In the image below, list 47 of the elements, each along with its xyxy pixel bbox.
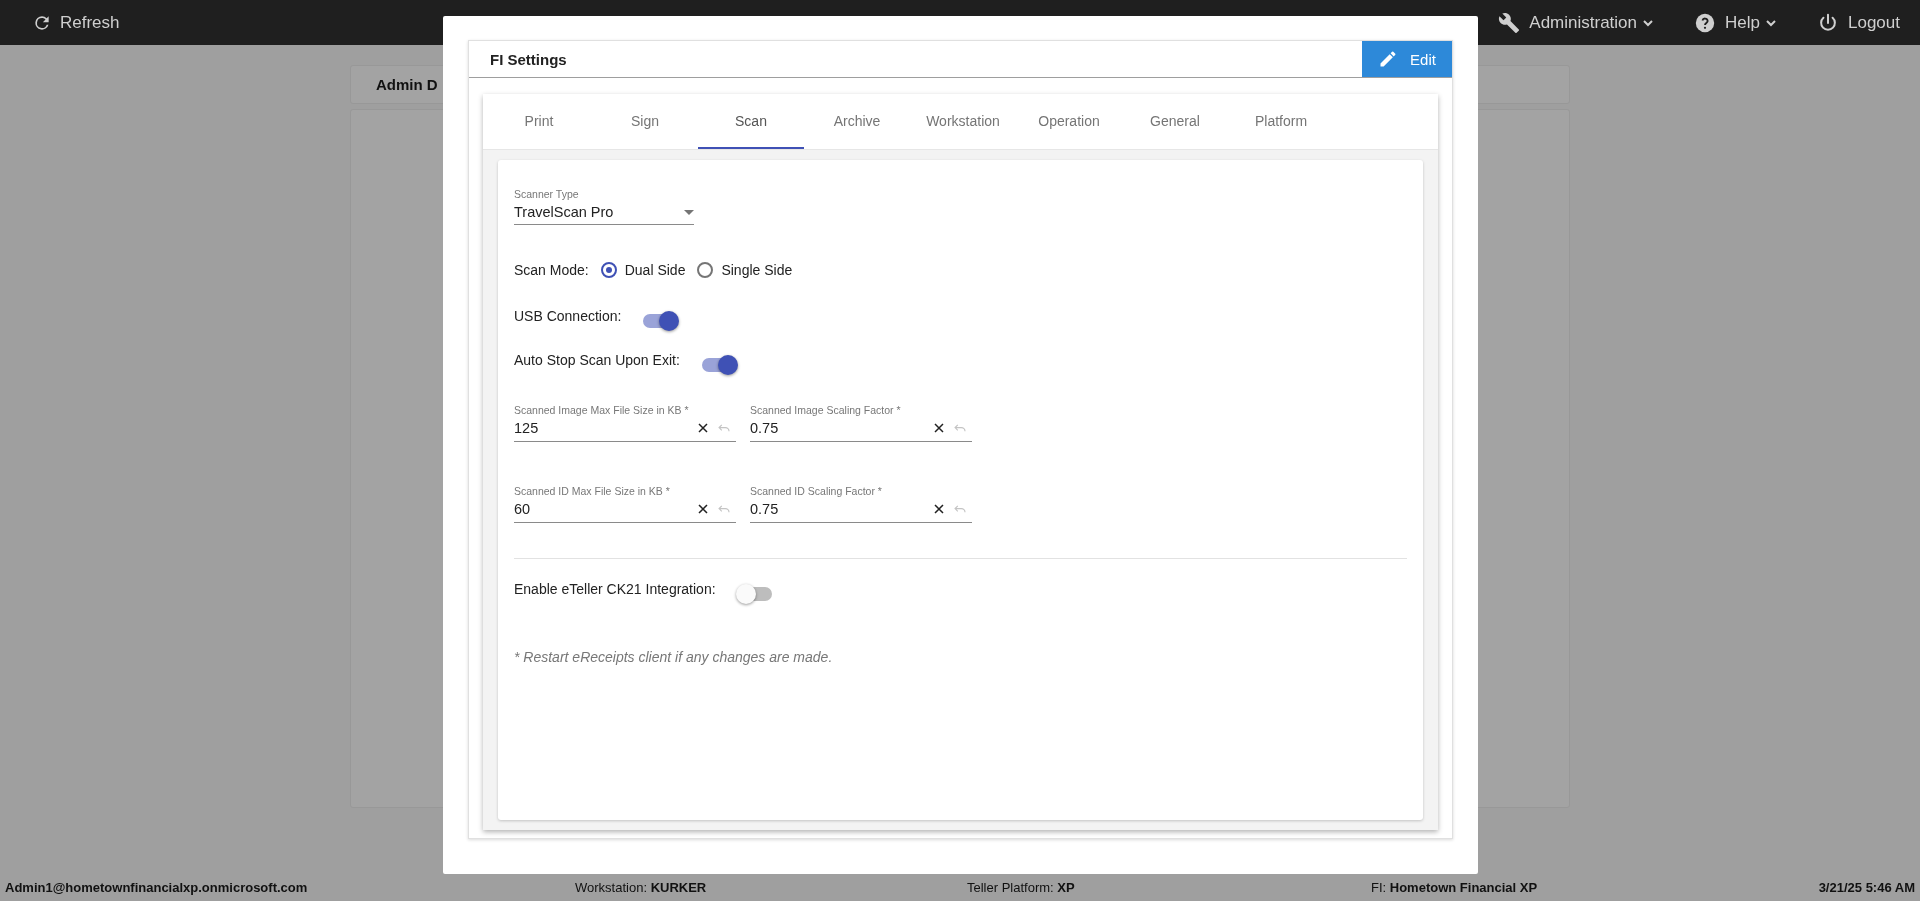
tab[interactable]: Sign (592, 94, 698, 149)
radio-option[interactable]: Dual Side (600, 262, 686, 278)
top-menu-button[interactable]: Logout (1817, 11, 1900, 34)
toggle-switch[interactable] (643, 314, 678, 328)
clear-icon[interactable] (698, 423, 708, 433)
refresh-button[interactable]: Refresh (32, 12, 120, 33)
card-title: Admin D (376, 76, 438, 93)
tab[interactable]: Print (486, 94, 592, 149)
toggle-label: Enable eTeller CK21 Integration: (514, 581, 716, 597)
tab[interactable]: Scan (698, 94, 804, 149)
clear-icon[interactable] (934, 504, 944, 514)
date-time: 3/21/25 5:46 AM (1818, 880, 1915, 895)
status-item: Workstation: KURKER (575, 880, 707, 895)
power-icon (1817, 11, 1839, 34)
input-field[interactable]: Scanned Image Max File Size in KB * 125 (514, 404, 736, 442)
dropdown-caret-icon (684, 209, 694, 215)
input-field[interactable]: Scanned ID Scaling Factor * 0.75 (750, 485, 972, 523)
tab[interactable]: Archive (804, 94, 910, 149)
toggle-label: Auto Stop Scan Upon Exit: (514, 352, 680, 368)
dialog-title: FI Settings (489, 50, 567, 68)
top-menu-button[interactable]: Help (1694, 11, 1777, 34)
scan-mode-label: Scan Mode: (514, 262, 589, 278)
restart-note: * Restart eReceipts client if any changes are made. (514, 649, 834, 665)
toggle-switch[interactable] (701, 358, 736, 372)
user-email: Admin1@hometownfinancialxp.onmicrosoft.com (5, 880, 308, 895)
scanner-type-select[interactable]: Scanner Type TravelScan Pro (514, 188, 694, 225)
tab[interactable]: Operation (1016, 94, 1122, 149)
status-item: Teller Platform: XP (967, 880, 1075, 895)
tab[interactable]: Platform (1228, 94, 1334, 149)
radio-button[interactable] (600, 262, 617, 278)
edit-button[interactable]: Edit (1362, 41, 1452, 77)
radio-label: Dual Side (624, 262, 686, 278)
toggle-label: USB Connection: (514, 308, 622, 324)
tab[interactable]: Workstation (910, 94, 1016, 149)
tab[interactable]: General (1122, 94, 1228, 149)
input-field[interactable]: Scanned ID Max File Size in KB * 60 (514, 485, 736, 523)
radio-option[interactable]: Single Side (697, 262, 793, 278)
radio-button[interactable] (697, 262, 714, 278)
toggle-switch[interactable] (737, 587, 772, 601)
help-icon (1694, 11, 1717, 34)
status-item: FI: Hometown Financial XP (1371, 880, 1538, 895)
clear-icon[interactable] (934, 423, 944, 433)
clear-icon[interactable] (698, 504, 708, 514)
top-menu-button[interactable]: Administration (1498, 11, 1655, 34)
input-field[interactable]: Scanned Image Scaling Factor * 0.75 (750, 404, 972, 442)
wrench-icon (1498, 11, 1521, 34)
radio-label: Single Side (721, 262, 793, 278)
